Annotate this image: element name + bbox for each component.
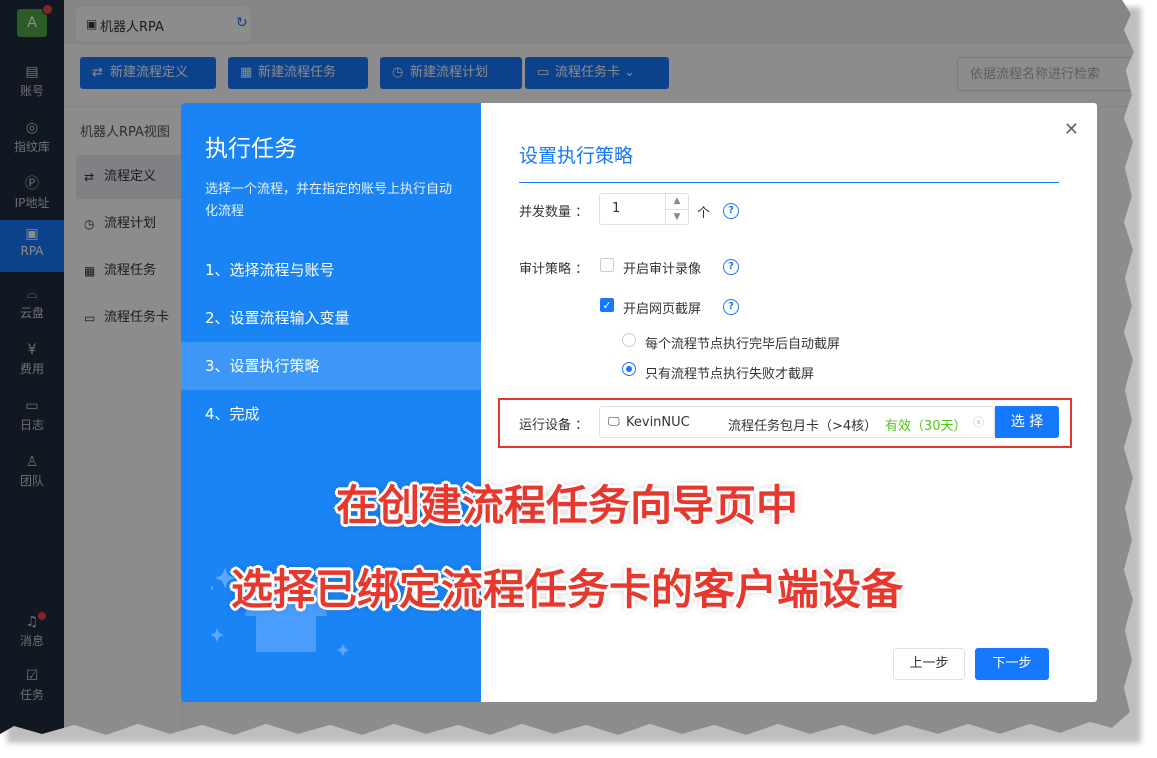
next-step-button[interactable]: 下一步	[975, 648, 1049, 680]
section-divider	[519, 182, 1059, 183]
stepper-arrows: ▲ ▼	[665, 194, 688, 224]
decrement-icon[interactable]: ▼	[666, 210, 688, 225]
audit-label: 审计策略 ：	[519, 262, 589, 277]
highlight-box	[498, 398, 1072, 448]
wizard-step-2[interactable]: 2、设置流程输入变量	[181, 294, 481, 342]
section-title: 设置执行策略	[519, 145, 634, 167]
record-label: 开启审计录像	[623, 262, 702, 277]
screenshot-checkbox[interactable]: ✓	[600, 298, 614, 312]
increment-icon[interactable]: ▲	[666, 194, 688, 210]
audit-label-text: 审计策略	[519, 262, 572, 277]
previous-step-button[interactable]: 上一步	[893, 648, 965, 680]
record-checkbox[interactable]	[600, 258, 614, 272]
concurrency-value: 1	[612, 201, 621, 216]
annotation-line-1: 在创建流程任务向导页中	[335, 481, 798, 530]
screenshot-label: 开启网页截屏	[623, 302, 702, 317]
radio-screenshot-each[interactable]	[622, 333, 636, 347]
radio-screenshot-each-label: 每个流程节点执行完毕后自动截屏	[645, 337, 841, 352]
close-icon[interactable]: ✕	[1064, 119, 1079, 140]
radio-screenshot-fail[interactable]	[622, 362, 636, 376]
dialog-title: 执行任务	[205, 136, 297, 162]
wizard-step-3[interactable]: 3、设置执行策略	[181, 342, 481, 390]
annotation-line-2: 选择已绑定流程任务卡的客户端设备	[230, 565, 903, 614]
radio-screenshot-fail-label: 只有流程节点执行失败才截屏	[645, 367, 815, 382]
wizard-step-4[interactable]: 4、完成	[181, 390, 481, 438]
help-icon[interactable]: ?	[723, 259, 739, 275]
concurrency-stepper[interactable]: 1 ▲ ▼	[599, 193, 689, 225]
concurrency-label-text: 并发数量	[519, 205, 572, 220]
help-icon[interactable]: ?	[723, 203, 739, 219]
help-icon[interactable]: ?	[723, 299, 739, 315]
dialog-description: 选择一个流程，并在指定的账号上执行自动化流程	[205, 182, 453, 219]
wizard-step-1[interactable]: 1、选择流程与账号	[181, 246, 481, 294]
app-screenshot: A ▤ 账号 ◎ 指纹库 Ⓟ IP地址 ▣ RPA ⌓ 云盘 ¥ 费用 ▭ 日志	[0, 0, 1134, 735]
concurrency-label: 并发数量 ：	[519, 205, 589, 220]
concurrency-unit: 个	[697, 206, 711, 221]
